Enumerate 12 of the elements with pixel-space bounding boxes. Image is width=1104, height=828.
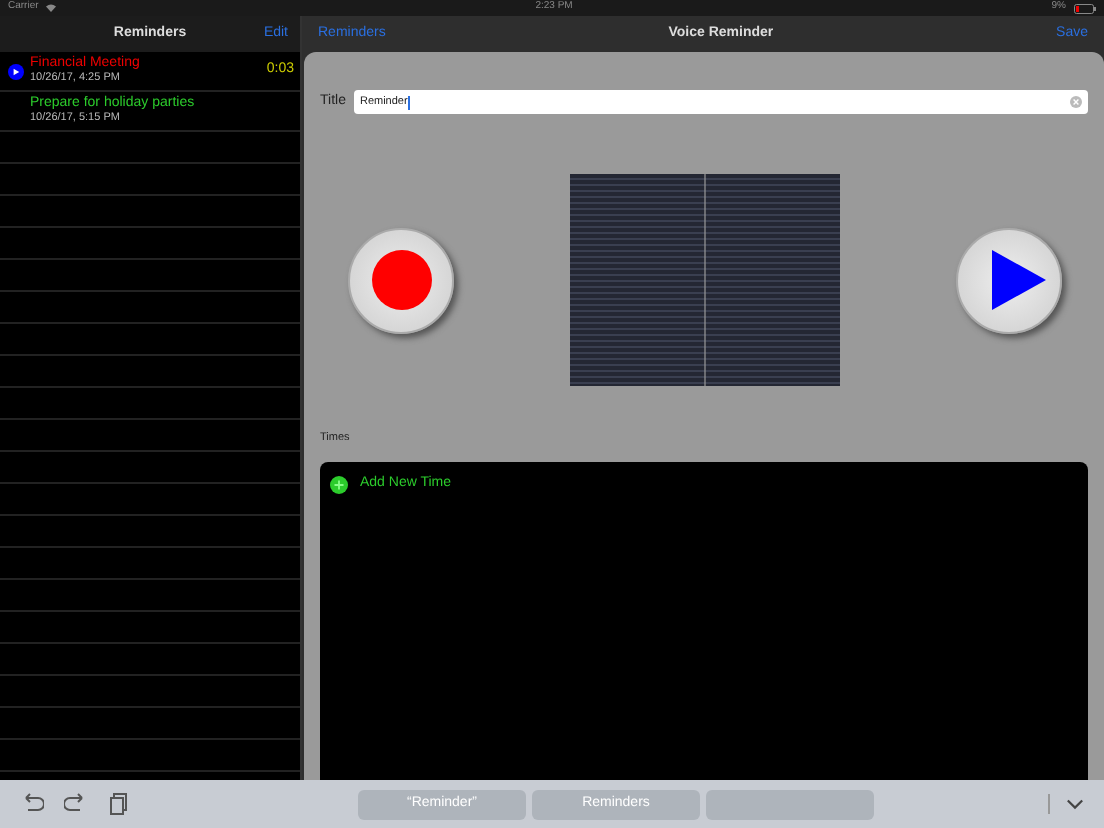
record-icon (371, 250, 431, 310)
play-button[interactable] (956, 227, 1062, 333)
play-icon (8, 64, 24, 80)
paste-icon[interactable] (108, 792, 132, 816)
record-button[interactable] (348, 227, 454, 333)
clear-icon (1070, 96, 1082, 108)
chevron-down-icon[interactable] (1066, 798, 1084, 810)
add-icon (330, 476, 348, 494)
undo-icon[interactable] (20, 792, 44, 816)
wifi-icon (46, 4, 57, 12)
battery-icon (1073, 3, 1096, 13)
redo-icon[interactable] (64, 792, 88, 816)
